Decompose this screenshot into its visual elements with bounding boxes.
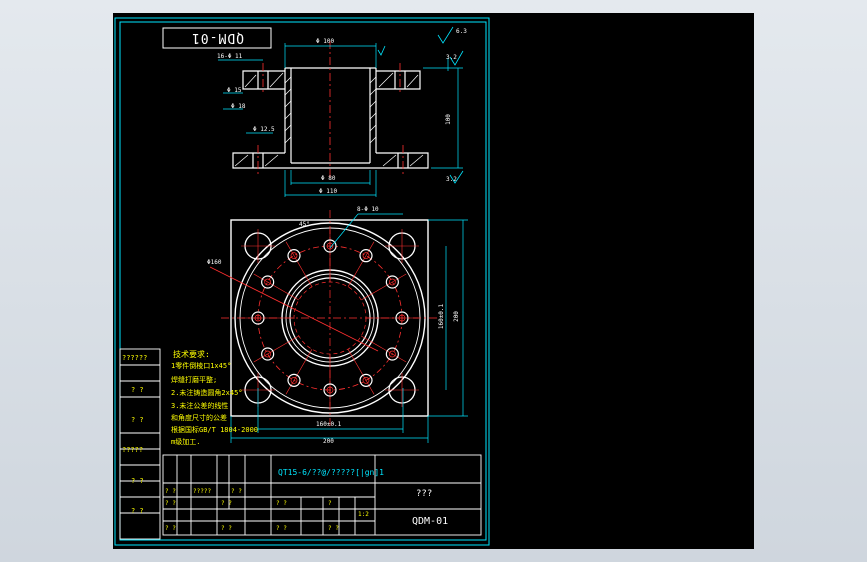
plan-radial-line <box>253 335 299 363</box>
notes-line-7: m级加工. <box>171 438 201 446</box>
dim-small-1: Φ 15 <box>227 87 242 94</box>
notes-line-2: 焊缝打磨平整; <box>171 376 218 384</box>
tb-row2-d: ? <box>328 500 332 507</box>
tb-row2-scale: 1:2 <box>358 511 369 518</box>
plan-radial-line <box>361 273 407 301</box>
plan-view <box>209 210 439 427</box>
plan-radial-line <box>361 335 407 363</box>
side-cell-2: ? ? <box>131 386 144 394</box>
plan-right-inner: 160±0.1 <box>438 303 446 330</box>
plan-radial-line <box>253 273 299 301</box>
plan-angle-label: 45° <box>299 221 310 228</box>
tb-row3-c: ? ? <box>276 525 287 532</box>
notes-line-3: 2.未注铸造圆角2x45° <box>171 389 243 397</box>
roughness-ra-1: 6.3 <box>456 28 467 35</box>
tb-row1-c: ? ? <box>231 488 242 495</box>
section-dimensions <box>218 43 463 197</box>
title-block-drawing-no: QDM-01 <box>412 516 449 527</box>
dim-tab-width: 16-Φ 11 <box>217 53 243 60</box>
notes-line-5: 和角度尺寸的公差 <box>171 414 227 422</box>
sheet-inner-frame <box>119 21 487 541</box>
mirrored-title: QDM-01 <box>191 30 244 45</box>
drawing-sheet <box>114 17 490 546</box>
notes-line-6: 根据国标GB/T 1804-2000 <box>171 426 259 434</box>
side-cell-1: ?????? <box>122 354 148 362</box>
side-cell-6: ? ? <box>131 507 144 515</box>
drawing-canvas[interactable]: QDM-01 Φ 100 16-Φ 11 Φ 15 Φ 18 Φ 12.5 Φ … <box>113 13 754 549</box>
title-block-material: QT15-6/??@/?????[|gn]1 <box>278 468 384 477</box>
plan-dimensions <box>230 219 468 443</box>
plan-radial-line <box>285 349 313 395</box>
dim-top-width: Φ 100 <box>316 38 335 45</box>
dim-inner-dia: Φ 80 <box>321 175 336 182</box>
tb-row2-b: ? ? <box>221 500 232 507</box>
dim-height: 100 <box>444 114 452 125</box>
section-view <box>232 67 429 169</box>
tb-row3-b: ? ? <box>221 525 232 532</box>
roughness-ra-2: 3.2 <box>446 176 457 183</box>
notes-line-4: 3.未注公差的线性 <box>171 402 229 410</box>
side-cell-5: ? ? <box>131 477 144 485</box>
side-cell-3: ? ? <box>131 416 144 424</box>
plan-holes-label: 8-Φ 10 <box>357 206 379 213</box>
tb-row1-b: ????? <box>193 488 212 495</box>
plan-bottom-outer: 200 <box>323 438 334 445</box>
section-centerlines <box>257 41 404 178</box>
plan-right-outer: 200 <box>452 311 460 322</box>
plan-bottom-inner: 160±0.1 <box>316 421 342 428</box>
dim-right-small: 3.2 <box>446 54 457 61</box>
side-cell-4: ????? <box>122 446 144 454</box>
tb-row3-a: ? ? <box>165 525 176 532</box>
sheet-outer-frame <box>114 17 490 546</box>
dim-small-2: Φ 18 <box>231 103 246 110</box>
title-block-name: ??? <box>416 489 433 499</box>
tb-row3-d: ? ? <box>328 525 339 532</box>
dim-hole-note: Φ 12.5 <box>253 126 275 133</box>
tb-row1-a: ? ? <box>165 488 176 495</box>
notes-line-1: 1零件倒棱口1x45° <box>171 362 232 370</box>
tb-row2-a: ? ? <box>165 500 176 507</box>
plan-circle-label: Φ160 <box>207 259 222 266</box>
plan-radial-line <box>347 349 375 395</box>
plan-radial-line <box>347 241 375 287</box>
plan-radial-line <box>285 241 313 287</box>
notes-heading: 技术要求: <box>173 350 210 359</box>
dim-outer-dia: Φ 110 <box>319 188 338 195</box>
tb-row2-c: ? ? <box>276 500 287 507</box>
